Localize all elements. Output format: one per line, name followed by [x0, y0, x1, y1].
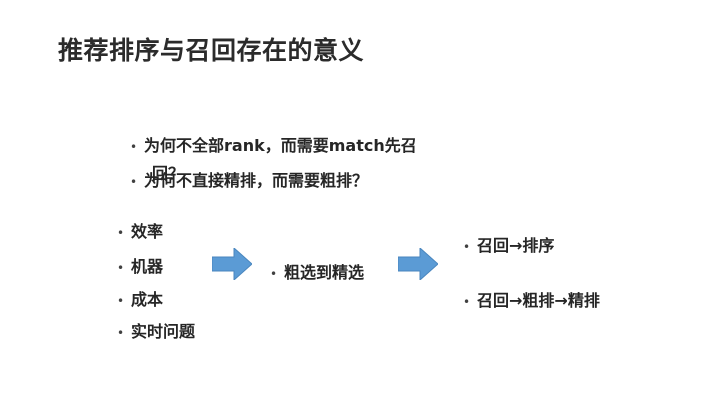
middle-step-label: 粗选到精选 — [284, 263, 365, 282]
bullet-dot: • — [130, 175, 138, 189]
pipeline-item-1: • 召回→排序 — [463, 232, 554, 256]
right-arrow-icon — [212, 248, 252, 280]
bullet-dot: • — [463, 295, 471, 309]
reason-label: 效率 — [131, 222, 164, 241]
arrow-shape — [212, 248, 252, 280]
reason-item-efficiency: • 效率 — [117, 218, 163, 242]
right-arrow-icon — [398, 248, 438, 280]
bullet-dot: • — [117, 326, 125, 340]
reason-label: 机器 — [131, 257, 164, 276]
pipeline-label-1: 召回→排序 — [477, 236, 555, 255]
arrow-shape — [398, 248, 438, 280]
bullet-dot: • — [117, 261, 125, 275]
bullet-dot: • — [270, 267, 278, 281]
bullet-dot: • — [117, 226, 125, 240]
question-bullet-1: • 为何不全部rank，而需要match先召 — [130, 132, 417, 156]
middle-step: • 粗选到精选 — [270, 259, 364, 283]
reason-item-machine: • 机器 — [117, 253, 163, 277]
question-bullet-2: • 为何不直接精排，而需要粗排？ — [130, 167, 368, 191]
reason-label: 实时问题 — [131, 322, 196, 341]
reason-item-realtime: • 实时问题 — [117, 318, 195, 342]
slide: 推荐排序与召回存在的意义 • 为何不全部rank，而需要match先召 回？ •… — [0, 0, 720, 405]
question-text-2: 为何不直接精排，而需要粗排？ — [144, 171, 369, 190]
pipeline-label-2: 召回→粗排→精排 — [477, 291, 600, 310]
pipeline-item-2: • 召回→粗排→精排 — [463, 287, 600, 311]
bullet-dot: • — [130, 140, 138, 154]
question-text-1: 为何不全部rank，而需要match先召 — [144, 136, 417, 155]
slide-title: 推荐排序与召回存在的意义 — [58, 36, 365, 65]
bullet-dot: • — [463, 240, 471, 254]
reason-label: 成本 — [131, 290, 164, 309]
reason-item-cost: • 成本 — [117, 286, 163, 310]
bullet-dot: • — [117, 294, 125, 308]
